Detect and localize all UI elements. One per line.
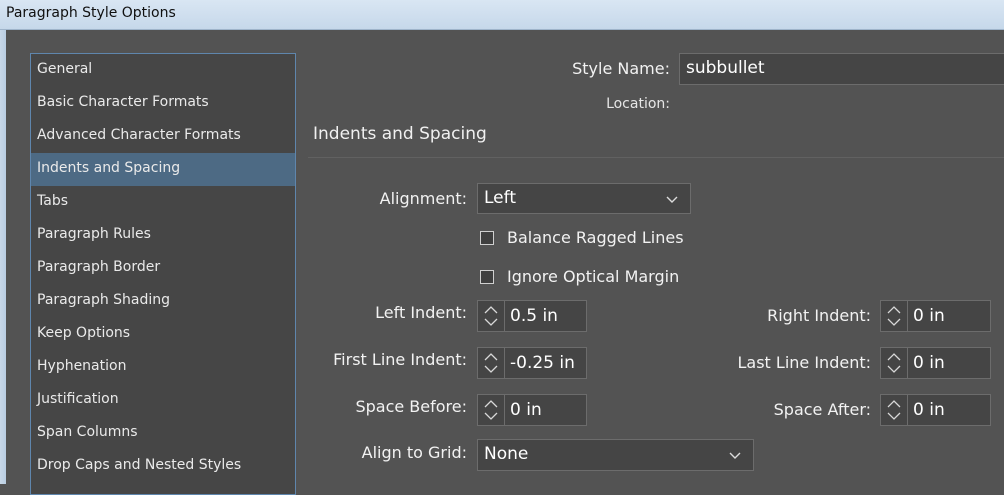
- space-before-stepper[interactable]: 0 in: [477, 394, 587, 426]
- step-down-icon[interactable]: [484, 318, 498, 326]
- step-down-icon[interactable]: [887, 412, 901, 420]
- chevron-down-icon: [729, 452, 741, 459]
- step-up-icon[interactable]: [484, 400, 498, 408]
- stepper-arrows-icon[interactable]: [881, 395, 908, 425]
- stepper-arrows-icon[interactable]: [881, 348, 908, 378]
- left-indent-stepper[interactable]: 0.5 in: [477, 300, 587, 332]
- stepper-arrows-icon[interactable]: [478, 348, 505, 378]
- style-name-input[interactable]: subbullet: [679, 53, 1004, 85]
- alignment-label: Alignment:: [379, 189, 467, 208]
- ignore-optical-margin-checkbox[interactable]: [480, 270, 494, 284]
- category-item[interactable]: General: [31, 54, 295, 87]
- align-to-grid-dropdown[interactable]: None: [477, 439, 754, 471]
- first-line-indent-label: First Line Indent:: [333, 350, 467, 369]
- right-indent-label: Right Indent:: [767, 306, 871, 325]
- step-up-icon[interactable]: [887, 306, 901, 314]
- last-line-indent-value: 0 in: [913, 353, 945, 373]
- step-up-icon[interactable]: [887, 353, 901, 361]
- style-name-value: subbullet: [686, 58, 765, 78]
- first-line-indent-value: -0.25 in: [510, 353, 575, 373]
- alignment-dropdown[interactable]: Left: [477, 183, 691, 214]
- ignore-optical-margin-option[interactable]: Ignore Optical Margin: [480, 267, 720, 289]
- balance-ragged-lines-checkbox[interactable]: [480, 231, 494, 245]
- category-item[interactable]: Drop Caps and Nested Styles: [31, 450, 295, 483]
- section-divider: [308, 157, 1004, 158]
- stepper-arrows-icon[interactable]: [478, 301, 505, 331]
- space-before-label: Space Before:: [355, 397, 467, 416]
- category-item[interactable]: Advanced Character Formats: [31, 120, 295, 153]
- right-indent-value: 0 in: [913, 306, 945, 326]
- step-up-icon[interactable]: [484, 306, 498, 314]
- left-indent-label: Left Indent:: [375, 303, 467, 322]
- category-item[interactable]: Basic Character Formats: [31, 87, 295, 120]
- last-line-indent-label: Last Line Indent:: [737, 353, 871, 372]
- right-indent-stepper[interactable]: 0 in: [880, 300, 991, 332]
- category-item[interactable]: Indents and Spacing: [31, 153, 295, 186]
- category-item[interactable]: Keep Options: [31, 318, 295, 351]
- category-item[interactable]: Paragraph Rules: [31, 219, 295, 252]
- stepper-arrows-icon[interactable]: [881, 301, 908, 331]
- balance-ragged-lines-label: Balance Ragged Lines: [507, 228, 684, 247]
- location-label: Location:: [606, 96, 670, 112]
- first-line-indent-stepper[interactable]: -0.25 in: [477, 347, 587, 379]
- category-item[interactable]: Hyphenation: [31, 351, 295, 384]
- space-before-value: 0 in: [510, 400, 542, 420]
- align-to-grid-value: None: [484, 444, 529, 464]
- ignore-optical-margin-label: Ignore Optical Margin: [507, 267, 680, 286]
- step-down-icon[interactable]: [484, 412, 498, 420]
- category-item[interactable]: Tabs: [31, 186, 295, 219]
- step-up-icon[interactable]: [484, 353, 498, 361]
- step-down-icon[interactable]: [887, 365, 901, 373]
- step-down-icon[interactable]: [484, 365, 498, 373]
- category-item[interactable]: Paragraph Border: [31, 252, 295, 285]
- last-line-indent-stepper[interactable]: 0 in: [880, 347, 991, 379]
- alignment-value: Left: [484, 188, 516, 208]
- category-item[interactable]: Span Columns: [31, 417, 295, 450]
- step-up-icon[interactable]: [887, 400, 901, 408]
- left-indent-value: 0.5 in: [510, 306, 558, 326]
- chevron-down-icon: [666, 196, 678, 203]
- window-title: Paragraph Style Options: [6, 5, 176, 21]
- stepper-arrows-icon[interactable]: [478, 395, 505, 425]
- align-to-grid-label: Align to Grid:: [361, 443, 467, 462]
- step-down-icon[interactable]: [887, 318, 901, 326]
- space-after-label: Space After:: [773, 400, 871, 419]
- style-name-label: Style Name:: [572, 59, 670, 78]
- category-list[interactable]: General Basic Character Formats Advanced C…: [30, 53, 296, 495]
- section-title: Indents and Spacing: [313, 124, 487, 144]
- space-after-value: 0 in: [913, 400, 945, 420]
- category-item[interactable]: Paragraph Shading: [31, 285, 295, 318]
- title-bar: Paragraph Style Options: [0, 0, 1004, 30]
- space-after-stepper[interactable]: 0 in: [880, 394, 991, 426]
- balance-ragged-lines-option[interactable]: Balance Ragged Lines: [480, 228, 720, 250]
- window-frame: [0, 30, 6, 484]
- category-item[interactable]: Justification: [31, 384, 295, 417]
